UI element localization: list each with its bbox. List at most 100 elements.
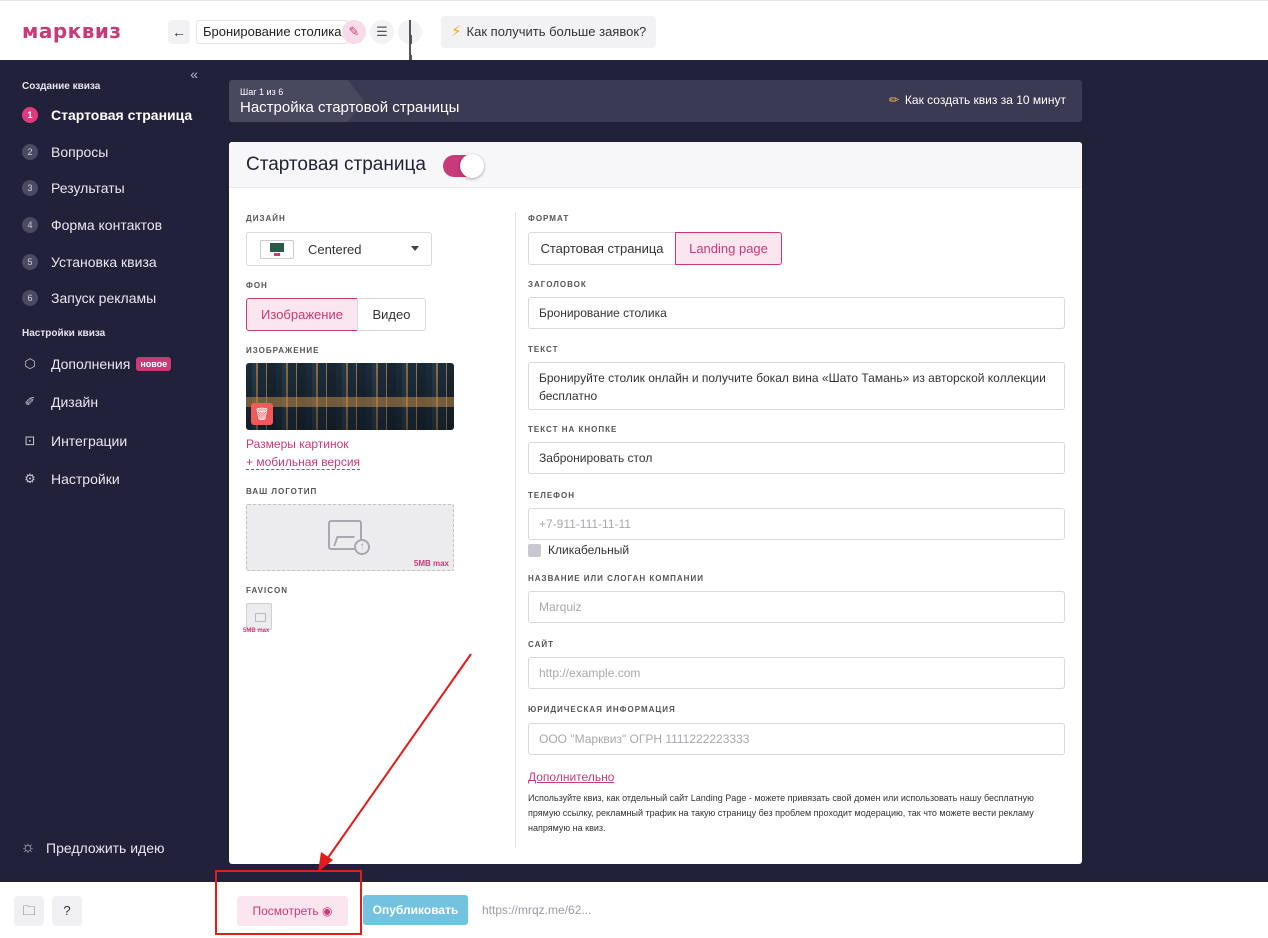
- legal-input[interactable]: ООО "Марквиз" ОГРН 1111222223333: [528, 723, 1065, 755]
- help-button[interactable]: ?: [52, 896, 82, 926]
- plug-icon: ⊡: [24, 433, 36, 448]
- puzzle-icon: ⬡: [24, 356, 36, 371]
- sidebar-item-install[interactable]: 5 Установка квиза: [22, 254, 157, 270]
- lightning-icon: ⚡: [451, 23, 462, 40]
- sidebar-item-label: Запуск рекламы: [51, 290, 157, 306]
- background-image[interactable]: [246, 363, 454, 430]
- logo-max-size: 5MB max: [413, 559, 449, 568]
- step-number: 1: [22, 107, 38, 123]
- bg-label: ФОН: [246, 281, 268, 290]
- sidebar-item-integrations[interactable]: ⊡ Интеграции: [22, 433, 128, 449]
- help-video-label: Как создать квиз за 10 минут: [904, 93, 1066, 107]
- design-value: Centered: [308, 242, 362, 257]
- pencil-icon: ✎: [348, 24, 360, 39]
- publish-button[interactable]: Опубликовать: [363, 895, 468, 925]
- design-thumbnail: [260, 240, 294, 259]
- stats-button[interactable]: [398, 20, 422, 92]
- sidebar-item-design[interactable]: ✐ Дизайн: [22, 394, 99, 410]
- chevron-down-icon: [411, 246, 419, 251]
- sidebar-item-label: Дополнения: [51, 356, 131, 372]
- format-start-option[interactable]: Стартовая страница: [528, 232, 676, 265]
- sidebar-item-results[interactable]: 3 Результаты: [22, 180, 125, 196]
- company-label: НАЗВАНИЕ ИЛИ СЛОГАН КОМПАНИИ: [528, 574, 704, 583]
- favicon-max-size: 5MB max: [243, 628, 270, 634]
- sidebar-item-label: Установка квиза: [51, 254, 157, 270]
- sidebar-item-settings[interactable]: ⚙ Настройки: [22, 471, 120, 487]
- collapse-icon[interactable]: «: [190, 66, 198, 82]
- sidebar-item-label: Вопросы: [51, 144, 109, 160]
- sidebar-item-questions[interactable]: 2 Вопросы: [22, 144, 108, 160]
- sidebar-item-label: Настройки: [51, 471, 120, 487]
- clickable-label: Кликабельный: [548, 543, 630, 557]
- sidebar-item-label: Дизайн: [51, 394, 99, 410]
- bg-image-option[interactable]: Изображение: [246, 298, 358, 331]
- promo-button[interactable]: ⚡ Как получить больше заявок?: [441, 16, 657, 48]
- logo-upload[interactable]: ↑ 5MB max: [246, 504, 454, 571]
- heading-label: ЗАГОЛОВОК: [528, 280, 587, 289]
- annotation-highlight-box: [215, 870, 362, 935]
- arrow-left-icon: ←: [172, 24, 186, 40]
- sidebar-item-start-page[interactable]: 1 Стартовая страница: [22, 107, 192, 123]
- button-text-input[interactable]: Забронировать стол: [528, 442, 1065, 474]
- heading-input[interactable]: Бронирование столика: [528, 297, 1065, 329]
- history-button[interactable]: 🗀: [14, 896, 44, 926]
- mobile-version-link[interactable]: + мобильная версия: [246, 455, 361, 470]
- pencil-icon: ✏: [888, 93, 899, 107]
- step-bar: Шаг 1 из 6 Настройка стартовой страницы …: [229, 80, 1082, 122]
- clickable-checkbox[interactable]: Кликабельный: [528, 543, 629, 557]
- section-settings-title: Настройки квиза: [22, 328, 106, 339]
- logo-label: ВАШ ЛОГОТИП: [246, 487, 318, 496]
- bottom-bar: 🗀 ? Посмотреть ◉ Опубликовать https://mr…: [0, 882, 1268, 938]
- quiz-name[interactable]: Бронирование столика: [196, 20, 349, 44]
- site-label: САЙТ: [528, 640, 554, 649]
- suggest-idea-label: Предложить идею: [46, 840, 165, 856]
- suggest-idea-link[interactable]: ☼ Предложить идею: [20, 839, 165, 857]
- folder-clock-icon: 🗀: [22, 903, 36, 918]
- site-input[interactable]: http://example.com: [528, 657, 1065, 689]
- section-create-title: Создание квиза: [22, 81, 101, 92]
- format-label: ФОРМАТ: [528, 214, 570, 223]
- step-title: Настройка стартовой страницы: [240, 99, 460, 116]
- start-page-toggle[interactable]: [443, 154, 484, 178]
- toggle-knob: [460, 154, 484, 178]
- text-label: ТЕКСТ: [528, 345, 559, 354]
- promo-label: Как получить больше заявок?: [466, 24, 647, 39]
- main-content: Шаг 1 из 6 Настройка стартовой страницы …: [210, 60, 1268, 882]
- design-label: ДИЗАЙН: [246, 214, 286, 223]
- button-text-label: ТЕКСТ НА КНОПКЕ: [528, 425, 618, 434]
- design-select[interactable]: Centered: [246, 232, 432, 266]
- phone-label: ТЕЛЕФОН: [528, 491, 575, 500]
- image-sizes-link[interactable]: Размеры картинок: [246, 437, 349, 451]
- trash-icon[interactable]: 🗑: [251, 403, 273, 425]
- sidebar-item-ads[interactable]: 6 Запуск рекламы: [22, 290, 156, 306]
- phone-input[interactable]: +7-911-111-11-11: [528, 508, 1065, 540]
- column-divider: [515, 212, 516, 848]
- sidebar-item-addons[interactable]: ⬡ Дополнения новое: [22, 356, 172, 372]
- card-header: Стартовая страница: [229, 142, 1082, 188]
- step-number: 3: [22, 180, 38, 196]
- gear-icon: ⚙: [24, 471, 36, 486]
- start-page-card: Стартовая страница ДИЗАЙН Centered ФОН И…: [229, 142, 1082, 864]
- sidebar-item-label: Форма контактов: [51, 217, 163, 233]
- quiz-url[interactable]: https://mrqz.me/62...: [482, 903, 591, 917]
- text-input[interactable]: Бронируйте столик онлайн и получите бока…: [528, 362, 1065, 410]
- new-badge: новое: [136, 357, 172, 371]
- help-video-link[interactable]: ✏ Как создать квиз за 10 минут: [889, 93, 1066, 107]
- edit-button[interactable]: ✎: [342, 20, 366, 44]
- step-number: 4: [22, 217, 38, 233]
- upload-icon: ↑: [354, 539, 370, 555]
- landing-note: Используйте квиз, как отдельный сайт Lan…: [528, 793, 1034, 833]
- sidebar-item-label: Интеграции: [51, 433, 128, 449]
- list-button[interactable]: ☰: [370, 20, 394, 44]
- back-button[interactable]: ←: [168, 20, 190, 44]
- logo[interactable]: марквиз: [22, 19, 122, 43]
- card-title: Стартовая страница: [246, 154, 426, 175]
- company-input[interactable]: Marquiz: [528, 591, 1065, 623]
- brush-icon: ✐: [24, 394, 36, 409]
- bg-video-option[interactable]: Видео: [357, 298, 426, 331]
- step-counter: Шаг 1 из 6: [240, 87, 284, 97]
- format-landing-option[interactable]: Landing page: [675, 232, 782, 265]
- sidebar-item-contact-form[interactable]: 4 Форма контактов: [22, 217, 162, 233]
- more-link[interactable]: Дополнительно: [528, 770, 614, 784]
- favicon-upload[interactable]: [246, 603, 272, 630]
